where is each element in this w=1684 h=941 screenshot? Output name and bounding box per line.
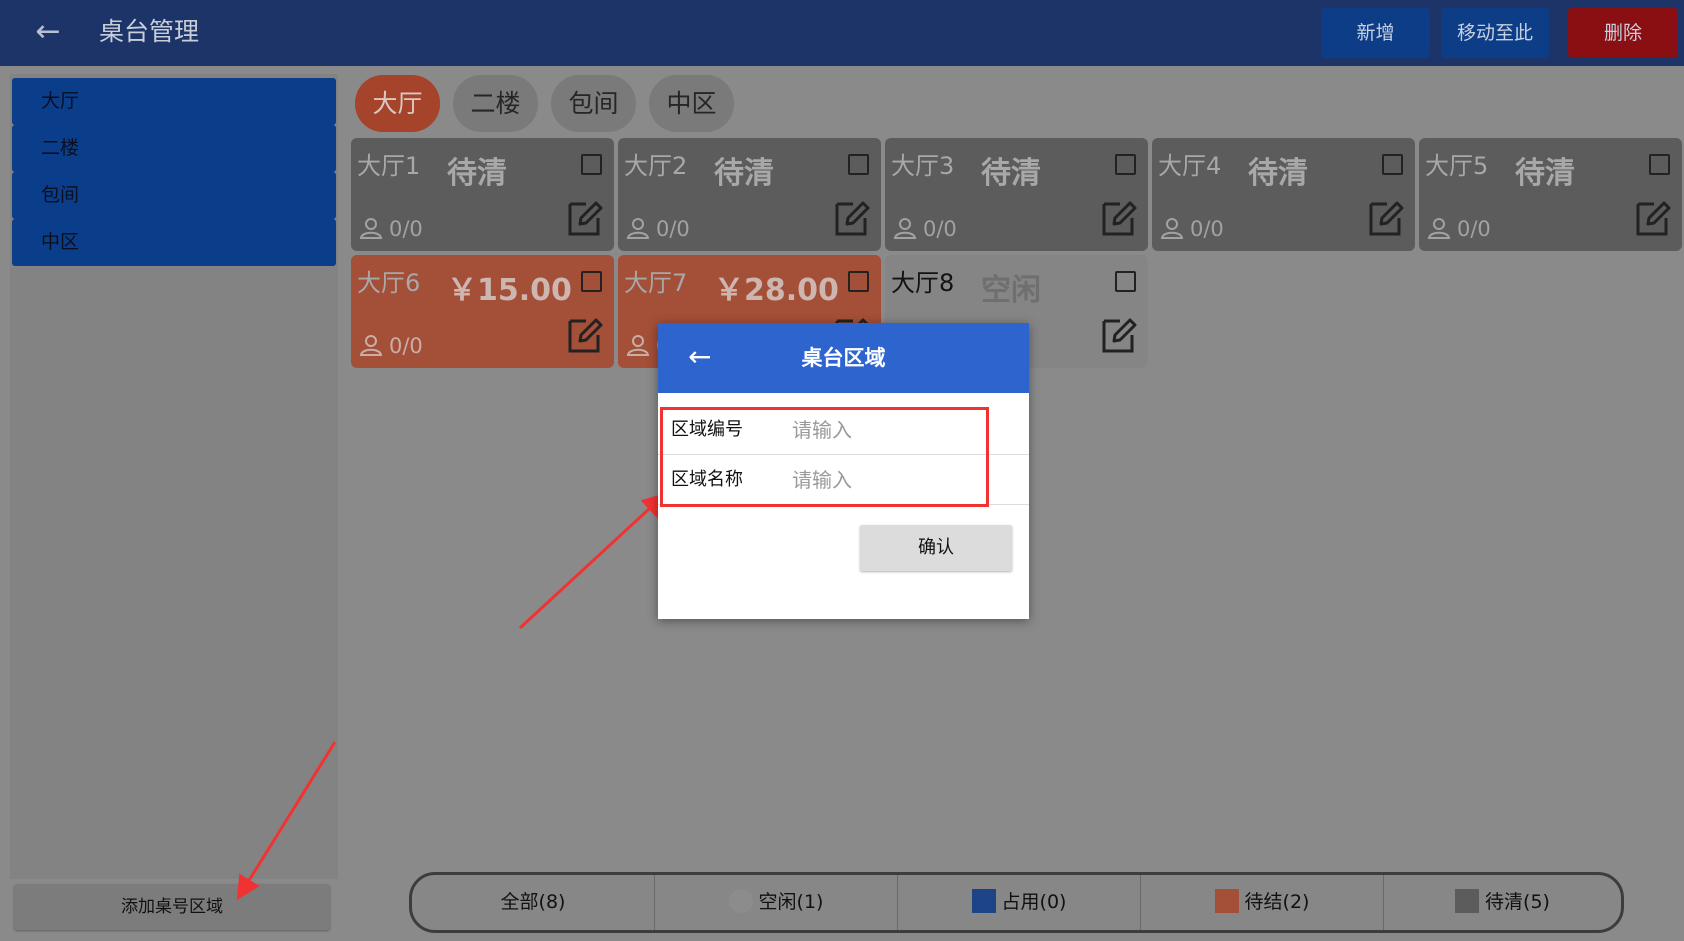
guest-count-value: 0/0	[389, 334, 423, 358]
table-checkbox[interactable]	[848, 271, 869, 292]
table-status: ￥15.00	[447, 273, 572, 308]
person-icon	[626, 217, 656, 241]
guest-count: 0/0	[1427, 216, 1491, 241]
legend-all[interactable]: 全部(8)	[412, 875, 654, 930]
back-arrow-icon[interactable]: ←	[28, 12, 68, 52]
guest-count: 0/0	[893, 216, 957, 241]
pending-clean-swatch-icon	[1455, 889, 1480, 913]
table-checkbox[interactable]	[1382, 154, 1403, 175]
delete-button[interactable]: 删除	[1568, 8, 1678, 58]
table-checkbox[interactable]	[581, 154, 602, 175]
add-button[interactable]: 新增	[1321, 8, 1430, 58]
table-status: 待清	[1248, 156, 1308, 191]
table-status: 空闲	[981, 273, 1041, 308]
table-name: 大厅4	[1158, 152, 1222, 180]
legend-occupied-label: 占用(0)	[1001, 891, 1067, 913]
move-here-button[interactable]: 移动至此	[1441, 8, 1549, 58]
annotation-highlight-box	[660, 407, 989, 507]
edit-icon[interactable]	[1634, 198, 1672, 238]
area-sidebar: 大厅 二楼 包间 中区 添加桌号区域	[10, 74, 338, 930]
guest-count: 0/0	[359, 216, 423, 241]
dialog-back-arrow-icon[interactable]: ←	[688, 339, 724, 375]
table-card[interactable]: 大厅3 待清 0/0	[885, 138, 1148, 251]
table-checkbox[interactable]	[1115, 271, 1136, 292]
page-title: 桌台管理	[99, 17, 200, 46]
dialog-header: 桌台区域 ←	[658, 323, 1029, 393]
person-icon	[626, 334, 656, 358]
table-checkbox[interactable]	[1649, 154, 1670, 175]
edit-icon[interactable]	[566, 315, 604, 355]
table-card[interactable]: 大厅1 待清 0/0	[351, 138, 614, 251]
guest-count-value: 0/0	[1190, 217, 1224, 241]
guest-count: 0/0	[1160, 216, 1224, 241]
arrow-to-dialog	[518, 492, 667, 630]
person-icon	[1427, 217, 1457, 241]
guest-count-value: 0/0	[1457, 217, 1491, 241]
person-icon	[359, 217, 389, 241]
edit-icon[interactable]	[1100, 315, 1138, 355]
table-status: 待清	[447, 156, 507, 191]
legend-pending-clean-label: 待清(5)	[1485, 891, 1550, 913]
legend-pending-clean[interactable]: 待清(5)	[1384, 875, 1621, 930]
table-status: 待清	[981, 156, 1041, 191]
pending-pay-swatch-icon	[1214, 889, 1239, 913]
table-name: 大厅1	[357, 152, 421, 180]
guest-count: 0/0	[359, 333, 423, 358]
guest-count-value: 0/0	[923, 217, 957, 241]
confirm-button[interactable]: 确认	[860, 525, 1012, 571]
legend-free-label: 空闲(1)	[758, 891, 824, 913]
tab-hall[interactable]: 大厅	[355, 75, 440, 132]
guest-count-value: 0/0	[656, 217, 690, 241]
table-checkbox[interactable]	[848, 154, 869, 175]
table-card[interactable]: 大厅2 待清 0/0	[618, 138, 881, 251]
table-status: 待清	[714, 156, 774, 191]
table-card[interactable]: 大厅5 待清 0/0	[1419, 138, 1682, 251]
edit-icon[interactable]	[1367, 198, 1405, 238]
table-checkbox[interactable]	[1115, 154, 1136, 175]
legend-pending-pay-label: 待结(2)	[1244, 891, 1310, 913]
table-card[interactable]: 大厅4 待清 0/0	[1152, 138, 1415, 251]
table-name: 大厅7	[624, 269, 688, 297]
tab-middle-zone[interactable]: 中区	[649, 75, 734, 132]
sidebar-item-second-floor[interactable]: 二楼	[12, 125, 336, 172]
sidebar-item-private-room[interactable]: 包间	[12, 172, 336, 219]
legend-pending-pay[interactable]: 待结(2)	[1141, 875, 1383, 930]
occupied-swatch-icon	[971, 889, 996, 913]
person-icon	[893, 217, 923, 241]
tab-second-floor[interactable]: 二楼	[453, 75, 538, 132]
top-app-bar: ← 桌台管理 新增 移动至此 删除	[0, 0, 1684, 66]
guest-count-value: 0/0	[389, 217, 423, 241]
table-name: 大厅2	[624, 152, 688, 180]
table-name: 大厅6	[357, 269, 421, 297]
sidebar-item-hall[interactable]: 大厅	[12, 78, 336, 125]
sidebar-item-middle-zone[interactable]: 中区	[12, 219, 336, 266]
free-swatch-icon	[728, 889, 753, 913]
table-name: 大厅5	[1425, 152, 1489, 180]
table-name: 大厅3	[891, 152, 955, 180]
edit-icon[interactable]	[1100, 198, 1138, 238]
legend-occupied[interactable]: 占用(0)	[898, 875, 1140, 930]
table-name: 大厅8	[891, 269, 955, 297]
person-icon	[1160, 217, 1190, 241]
edit-icon[interactable]	[566, 198, 604, 238]
edit-icon[interactable]	[833, 198, 871, 238]
guest-count: 0/0	[626, 216, 690, 241]
table-status: ￥28.00	[714, 273, 839, 308]
person-icon	[359, 334, 389, 358]
table-status: 待清	[1515, 156, 1575, 191]
legend-free[interactable]: 空闲(1)	[655, 875, 897, 930]
status-legend: 全部(8) 空闲(1) 占用(0) 待结(2) 待清(5)	[409, 872, 1624, 933]
add-area-button[interactable]: 添加桌号区域	[14, 884, 330, 930]
tab-private-room[interactable]: 包间	[551, 75, 636, 132]
table-card[interactable]: 大厅6 ￥15.00 0/0	[351, 255, 614, 368]
table-checkbox[interactable]	[581, 271, 602, 292]
